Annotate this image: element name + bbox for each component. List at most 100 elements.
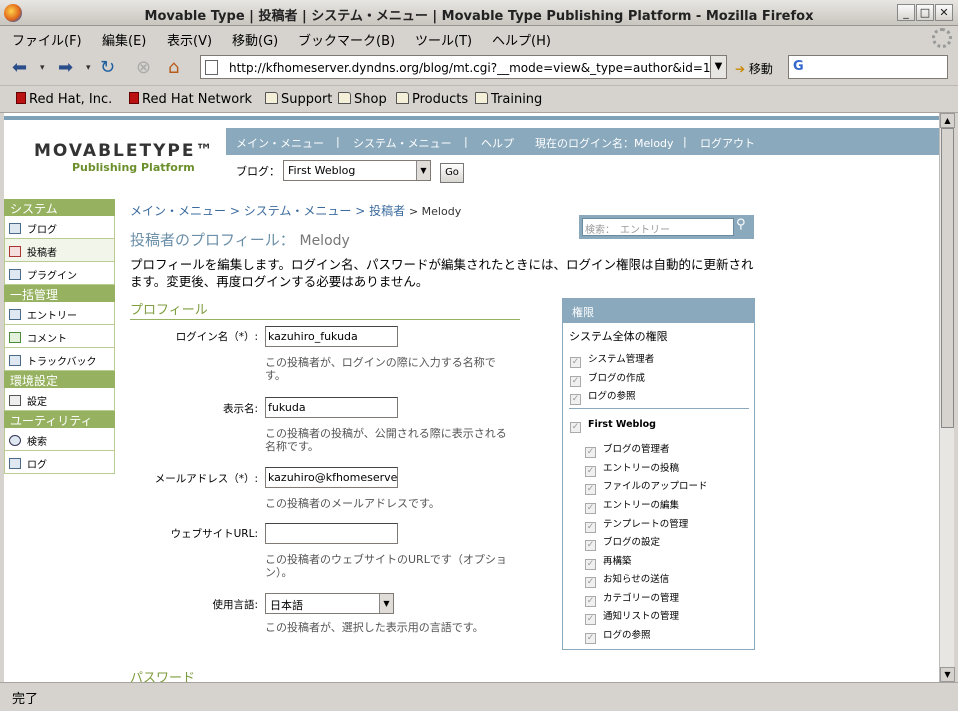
permission-row[interactable]: ✓ ログの参照 (585, 627, 651, 644)
blog-select[interactable]: First Weblog ▼ (283, 160, 431, 181)
language-select[interactable]: 日本語 ▼ (265, 593, 394, 614)
checkbox-icon[interactable]: ✓ (585, 503, 596, 514)
checkbox-icon[interactable]: ✓ (585, 614, 596, 625)
sidebar-item-log[interactable]: ログ (4, 451, 115, 474)
nav-logout[interactable]: ログアウト (700, 135, 755, 151)
nav-system-menu[interactable]: システム・メニュー (353, 135, 452, 151)
sidebar-item-search[interactable]: 検索 (4, 428, 115, 451)
permission-row[interactable]: ✓ システム管理者 (570, 351, 654, 368)
menu-bookmarks[interactable]: ブックマーク(B) (298, 30, 395, 49)
email-hint: この投稿者のメールアドレスです。 (265, 497, 440, 510)
checkbox-icon[interactable]: ✓ (585, 447, 596, 458)
email-field[interactable]: kazuhiro@kfhomeserver.d (265, 467, 398, 488)
blog-permissions-title[interactable]: ✓ First Weblog (570, 419, 656, 433)
back-icon[interactable]: ⬅ (12, 56, 27, 80)
home-icon[interactable]: ⌂ (168, 56, 179, 80)
sidebar-item-plugins[interactable]: プラグイン (4, 262, 115, 285)
entry-search-input[interactable]: 検索： エントリー (582, 218, 734, 236)
checkbox-icon[interactable]: ✓ (585, 484, 596, 495)
page-icon (205, 60, 218, 75)
address-bar[interactable]: http://kfhomeserver.dyndns.org/blog/mt.c… (200, 55, 711, 79)
permission-row[interactable]: ✓ ブログの管理者 (585, 441, 670, 458)
stop-icon[interactable]: ⊗ (136, 56, 151, 80)
checkbox-icon[interactable]: ✓ (585, 577, 596, 588)
permission-row[interactable]: ✓ カテゴリーの管理 (585, 590, 679, 607)
display-name-input[interactable]: fukuda (265, 397, 398, 418)
back-dropdown-icon[interactable]: ▾ (40, 56, 45, 80)
web-search-input[interactable]: G (788, 55, 948, 79)
login-name-input[interactable]: kazuhiro_fukuda (265, 326, 398, 347)
reload-icon[interactable]: ↻ (100, 56, 115, 80)
checkbox-icon[interactable]: ✓ (585, 522, 596, 533)
sidebar-item-authors[interactable]: 投稿者 (4, 239, 115, 262)
forward-dropdown-icon[interactable]: ▾ (86, 56, 91, 80)
page-title-text: 投稿者のプロフィール： (130, 231, 295, 249)
scroll-down-icon[interactable]: ▼ (940, 667, 955, 682)
menu-edit[interactable]: 編集(E) (102, 30, 146, 49)
sidebar: システム ブログ 投稿者 プラグイン 一括管理 エントリー コメント トラックバ… (4, 199, 115, 483)
blog-go-button[interactable]: Go (440, 163, 464, 183)
movabletype-logo[interactable]: MOVABLETYPE™ Publishing Platform (34, 141, 214, 174)
bookmark-redhat[interactable]: Red Hat, Inc. (16, 92, 112, 107)
permission-row[interactable]: ✓ ファイルのアップロード (585, 478, 708, 495)
menu-tools[interactable]: ツール(T) (415, 30, 472, 49)
checkbox-icon[interactable]: ✓ (570, 376, 581, 387)
page-title-name: Melody (299, 233, 350, 249)
permission-row[interactable]: ✓ エントリーの編集 (585, 497, 679, 514)
blog-select-label: ブログ： (236, 165, 280, 178)
checkbox-icon[interactable]: ✓ (585, 633, 596, 644)
maximize-button[interactable]: □ (916, 4, 934, 21)
chevron-down-icon: ▼ (416, 161, 430, 180)
bookmark-label: Support (281, 92, 333, 107)
breadcrumb-main-menu[interactable]: メイン・メニュー (130, 204, 226, 218)
checkbox-icon[interactable]: ✓ (570, 357, 581, 368)
permission-row[interactable]: ✓ ログの参照 (570, 388, 636, 405)
bookmark-icon (16, 92, 26, 104)
menu-help[interactable]: ヘルプ(H) (492, 30, 551, 49)
scroll-up-icon[interactable]: ▲ (940, 113, 955, 128)
checkbox-icon[interactable]: ✓ (585, 596, 596, 607)
permission-row[interactable]: ✓ ブログの作成 (570, 370, 645, 387)
bookmark-folder-shop[interactable]: Shop (338, 92, 387, 107)
search-engine-icon[interactable]: G (793, 59, 804, 74)
checkbox-icon[interactable]: ✓ (585, 559, 596, 570)
bookmark-folder-training[interactable]: Training (475, 92, 542, 107)
sidebar-item-entries[interactable]: エントリー (4, 302, 115, 325)
page-title: 投稿者のプロフィール： Melody (130, 229, 350, 250)
url-history-dropdown[interactable]: ▼ (710, 55, 727, 79)
permission-row[interactable]: ✓ エントリーの投稿 (585, 460, 679, 477)
sidebar-item-comments[interactable]: コメント (4, 325, 115, 348)
bookmark-folder-products[interactable]: Products (396, 92, 468, 107)
go-button[interactable]: ➔ 移動 (735, 60, 773, 77)
permission-row[interactable]: ✓ テンプレートの管理 (585, 516, 688, 533)
bookmark-folder-support[interactable]: Support (265, 92, 332, 107)
website-url-input[interactable] (265, 523, 398, 544)
checkbox-icon[interactable]: ✓ (585, 466, 596, 477)
permission-row[interactable]: ✓ 通知リストの管理 (585, 608, 679, 625)
nav-help[interactable]: ヘルプ (481, 135, 514, 151)
url-text[interactable]: http://kfhomeserver.dyndns.org/blog/mt.c… (229, 61, 711, 75)
minimize-button[interactable]: _ (897, 4, 915, 21)
menu-file[interactable]: ファイル(F) (12, 30, 82, 49)
checkbox-icon[interactable]: ✓ (585, 540, 596, 551)
menu-go[interactable]: 移動(G) (232, 30, 278, 49)
bookmark-redhat-network[interactable]: Red Hat Network (129, 92, 252, 107)
menu-view[interactable]: 表示(V) (167, 30, 212, 49)
checkbox-icon[interactable]: ✓ (570, 422, 581, 433)
checkbox-icon[interactable]: ✓ (570, 394, 581, 405)
permission-row[interactable]: ✓ ブログの設定 (585, 534, 660, 551)
sidebar-item-trackbacks[interactable]: トラックバック (4, 348, 115, 371)
breadcrumb-authors[interactable]: 投稿者 (369, 204, 405, 218)
scroll-thumb[interactable] (941, 128, 954, 428)
sidebar-item-settings[interactable]: 設定 (4, 388, 115, 411)
forward-icon[interactable]: ➡ (58, 56, 73, 80)
close-button[interactable]: ✕ (935, 4, 953, 21)
permission-row[interactable]: ✓ 再構築 (585, 553, 632, 570)
permission-row[interactable]: ✓ お知らせの送信 (585, 571, 669, 588)
breadcrumb-system-menu[interactable]: システム・メニュー (244, 204, 352, 218)
vertical-scrollbar[interactable]: ▲ ▼ (939, 113, 955, 682)
search-icon[interactable]: ⚲ (736, 217, 746, 232)
sidebar-item-blog[interactable]: ブログ (4, 216, 115, 239)
throbber-icon (932, 28, 952, 48)
nav-main-menu[interactable]: メイン・メニュー (236, 135, 324, 151)
